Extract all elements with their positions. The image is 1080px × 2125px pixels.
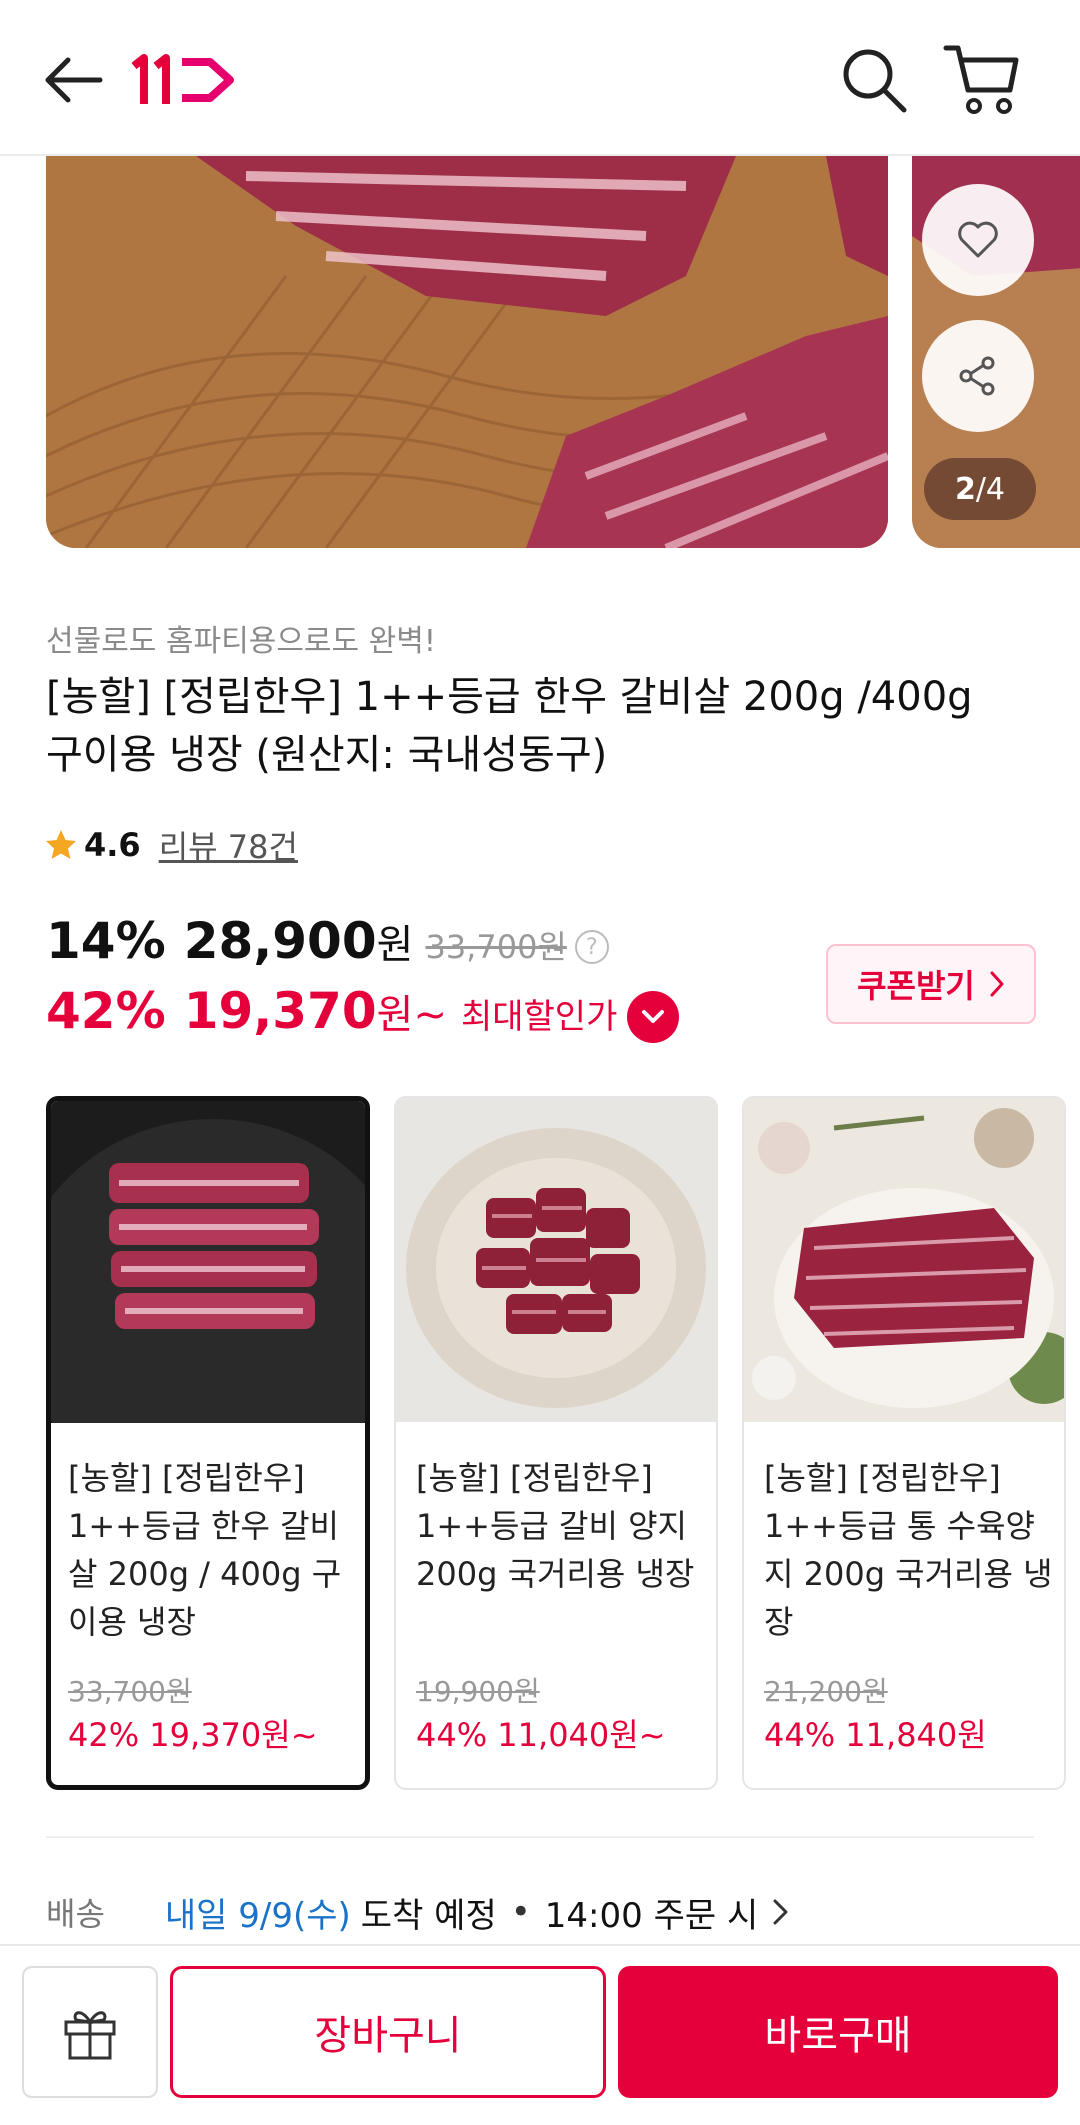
coupon-button[interactable]: 쿠폰받기 [826, 944, 1036, 1024]
price-row: 14% 28,900 원 33,700원 ? [46, 912, 609, 982]
share-icon [959, 356, 995, 396]
gift-button[interactable] [22, 1966, 158, 2098]
wishlist-button[interactable] [922, 184, 1034, 296]
price-help-icon[interactable]: ? [574, 930, 609, 964]
option-card[interactable]: [농할] [정립한우] 1++등급 갈비 양지 200g 국거리용 냉장 19,… [394, 1096, 718, 1790]
option-name: [농할] [정립한우] 1++등급 한우 갈비살 200g / 400g 구이용… [68, 1459, 342, 1641]
image-counter-total: /4 [975, 471, 1006, 507]
chevron-right-icon [990, 971, 1004, 997]
cart-button[interactable] [942, 42, 1022, 118]
max-discount-price: 19,370 [183, 982, 377, 1040]
sale-price: 28,900 [183, 912, 377, 970]
product-image[interactable] [46, 156, 888, 548]
section-divider [46, 1836, 1034, 1838]
chevron-down-icon[interactable] [627, 991, 680, 1043]
chevron-right-icon [773, 1899, 788, 1925]
option-price: 42% 19,370원~ [68, 1716, 318, 1754]
image-counter-current: 2 [954, 471, 976, 507]
sale-price-unit: 원 [376, 922, 414, 968]
add-to-cart-button[interactable]: 장바구니 [170, 1966, 606, 2098]
beef-on-board-image [46, 156, 888, 548]
product-image-carousel[interactable]: 2/4 [0, 156, 1080, 552]
arrow-left-icon [45, 57, 103, 103]
promo-text: 선물로도 홈파티용으로도 완벽! [46, 624, 436, 659]
share-button[interactable] [922, 320, 1034, 432]
rating-row: 4.6 리뷰 78건 [44, 820, 298, 870]
top-app-bar [0, 0, 1080, 156]
heart-icon [958, 221, 998, 258]
option-original-price: 19,900원 [416, 1675, 540, 1708]
search-button[interactable] [838, 44, 910, 116]
delivery-date: 내일 9/9(수) [164, 1895, 351, 1936]
delivery-label: 배송 [46, 1895, 105, 1933]
max-discount-rate: 42% [46, 982, 166, 1040]
star-icon [46, 830, 76, 859]
discount-rate: 14% [46, 912, 166, 970]
delivery-info[interactable]: 배송 내일 9/9(수) 도착 예정 • 14:00 주문 시 [46, 1882, 794, 1942]
product-title: [농할] [정립한우] 1++등급 한우 갈비살 200g /400g 구이용 … [46, 674, 973, 778]
buy-now-button[interactable]: 바로구매 [618, 1966, 1058, 2098]
eleven-street-logo[interactable] [130, 52, 240, 108]
option-image [51, 1101, 365, 1423]
review-link[interactable]: 리뷰 78건 [159, 822, 298, 868]
option-card[interactable]: [농할] [정립한우] 1++등급 한우 갈비살 200g / 400g 구이용… [46, 1096, 370, 1790]
bottom-action-bar: 장바구니 바로구매 [0, 1944, 1080, 2125]
coupon-button-label: 쿠폰받기 [857, 967, 975, 1005]
max-discount-unit: 원~ [376, 992, 447, 1038]
max-discount-label: 최대할인가 [460, 997, 618, 1037]
option-name: [농할] [정립한우] 1++등급 갈비 양지 200g 국거리용 냉장 [416, 1459, 695, 1593]
option-name: [농할] [정립한우] 1++등급 통 수육양지 200g 국거리용 냉장 [764, 1459, 1053, 1641]
gift-icon [64, 2011, 116, 2060]
cart-icon [943, 45, 1019, 114]
option-card[interactable]: [농할] [정립한우] 1++등급 통 수육양지 200g 국거리용 냉장 21… [742, 1096, 1066, 1790]
original-price: 33,700원 [425, 928, 567, 966]
option-price: 44% 11,840원 [764, 1716, 987, 1754]
delivery-cutoff: 14:00 주문 시 [544, 1895, 759, 1936]
option-original-price: 33,700원 [68, 1675, 192, 1708]
delivery-arrival: 도착 예정 [360, 1895, 497, 1936]
option-original-price: 21,200원 [764, 1675, 888, 1708]
option-price: 44% 11,040원~ [416, 1716, 666, 1754]
option-image [744, 1098, 1064, 1422]
option-image [396, 1098, 716, 1422]
image-counter: 2/4 [924, 458, 1036, 520]
search-icon [843, 49, 907, 113]
max-discount-row[interactable]: 42% 19,370 원~ 최대할인가 [46, 982, 680, 1052]
delivery-separator: • [510, 1892, 531, 1932]
rating-score: 4.6 [84, 826, 141, 864]
back-button[interactable] [38, 48, 108, 112]
logo-icon [131, 54, 234, 104]
